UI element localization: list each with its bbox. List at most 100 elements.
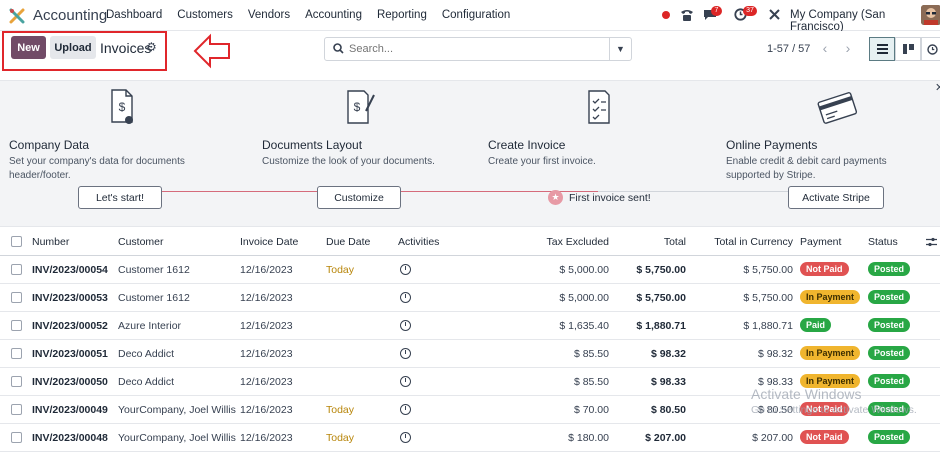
customer-name: Azure Interior <box>118 320 182 332</box>
main-menu: Dashboard Customers Vendors Accounting R… <box>106 9 525 21</box>
invoice-date: 12/16/2023 <box>240 404 293 416</box>
row-checkbox[interactable] <box>11 404 22 415</box>
documents-layout-icon: $ <box>347 90 375 124</box>
invoice-date: 12/16/2023 <box>240 376 293 388</box>
activity-clock-icon[interactable] <box>400 404 411 415</box>
row-checkbox[interactable] <box>11 376 22 387</box>
step-company-data-desc-line1: Set your company's data for documents <box>9 156 185 167</box>
payment-status-badge: In Payment <box>800 290 861 304</box>
first-invoice-sent-label: First invoice sent! <box>569 191 651 204</box>
windows-watermark-hint: Go to Settings to activate Windows. <box>751 404 917 416</box>
col-activities[interactable]: Activities <box>398 236 439 248</box>
optional-columns-icon[interactable] <box>926 237 937 247</box>
col-total[interactable]: Total <box>610 236 686 248</box>
total-in-currency: $ 207.00 <box>752 432 793 444</box>
search-input[interactable] <box>347 41 607 57</box>
menu-accounting[interactable]: Accounting <box>305 9 362 21</box>
activity-clock-icon[interactable] <box>400 292 411 303</box>
svg-text:$: $ <box>354 100 361 114</box>
customize-button[interactable]: Customize <box>317 186 401 209</box>
status-badge: Posted <box>868 290 911 304</box>
col-number[interactable]: Number <box>32 236 69 248</box>
total: $ 5,750.00 <box>636 292 686 304</box>
total-in-currency: $ 5,750.00 <box>743 292 793 304</box>
annotation-highlight-box <box>2 31 167 71</box>
col-due-date[interactable]: Due Date <box>326 236 370 248</box>
col-invoice-date[interactable]: Invoice Date <box>240 236 298 248</box>
search-options-toggle[interactable]: ▼ <box>609 38 631 60</box>
phone-icon[interactable] <box>680 8 694 22</box>
menu-customers[interactable]: Customers <box>177 9 233 21</box>
table-row[interactable]: INV/2023/00051 Deco Addict 12/16/2023 $ 85.… <box>0 340 940 368</box>
table-row[interactable]: INV/2023/00052 Azure Interior 12/16/2023 $ … <box>0 312 940 340</box>
lets-start-button[interactable]: Let's start! <box>78 186 162 209</box>
activity-clock-icon[interactable] <box>400 432 411 443</box>
total: $ 5,750.00 <box>636 264 686 276</box>
menu-configuration[interactable]: Configuration <box>442 9 510 21</box>
activity-clock-icon[interactable] <box>400 348 411 359</box>
activate-stripe-button[interactable]: Activate Stripe <box>788 186 884 209</box>
table-row[interactable]: INV/2023/00048 YourCompany, Joel Willis 12… <box>0 424 940 452</box>
list-view-button[interactable] <box>869 37 895 61</box>
invoice-number: INV/2023/00051 <box>32 348 108 360</box>
total: $ 207.00 <box>645 432 686 444</box>
row-checkbox[interactable] <box>11 264 22 275</box>
chevron-right-icon: › <box>845 40 851 56</box>
search-icon <box>333 43 344 54</box>
row-checkbox[interactable] <box>11 292 22 303</box>
total-in-currency: $ 1,880.71 <box>743 320 793 332</box>
row-checkbox[interactable] <box>11 348 22 359</box>
payment-status-badge: Not Paid <box>800 430 849 444</box>
svg-text:$: $ <box>119 100 126 114</box>
tax-excluded: $ 180.00 <box>568 432 609 444</box>
col-tax-excluded[interactable]: Tax Excluded <box>510 236 609 248</box>
row-checkbox[interactable] <box>11 432 22 443</box>
list-icon <box>876 44 888 54</box>
step-create-invoice-desc: Create your first invoice. <box>488 156 596 167</box>
row-checkbox[interactable] <box>11 320 22 331</box>
pager-value[interactable]: 1-57 / 57 <box>767 43 810 55</box>
tools-icon[interactable] <box>768 8 781 21</box>
pager-next-button[interactable]: › <box>838 38 858 58</box>
table-row[interactable]: INV/2023/00053 Customer 1612 12/16/2023 $ 5… <box>0 284 940 312</box>
select-all-checkbox[interactable] <box>11 236 22 247</box>
recording-dot-icon[interactable] <box>662 11 670 19</box>
chevron-left-icon: ‹ <box>822 40 828 56</box>
app-name[interactable]: Accounting <box>33 7 107 24</box>
col-status[interactable]: Status <box>868 236 898 248</box>
kanban-view-button[interactable] <box>895 37 921 61</box>
activity-clock-icon[interactable] <box>400 376 411 387</box>
customer-name: Deco Addict <box>118 376 175 388</box>
close-banner-icon[interactable]: ✕ <box>935 81 940 94</box>
menu-vendors[interactable]: Vendors <box>248 9 290 21</box>
col-total-currency[interactable]: Total in Currency <box>694 236 793 248</box>
step-company-data-title: Company Data <box>9 138 90 152</box>
customer-name: Customer 1612 <box>118 264 190 276</box>
due-date: Today <box>326 404 355 416</box>
user-avatar[interactable] <box>921 5 940 25</box>
invoice-number: INV/2023/00050 <box>32 376 108 388</box>
company-switcher[interactable]: My Company (San Francisco) <box>790 9 940 33</box>
payment-status-badge: Paid <box>800 318 832 332</box>
activity-view-button[interactable] <box>921 37 940 61</box>
table-header: Number Customer Invoice Date Due Date Ac… <box>0 228 940 256</box>
activity-clock-icon[interactable] <box>400 320 411 331</box>
menu-reporting[interactable]: Reporting <box>377 9 427 21</box>
due-date: Today <box>326 432 355 444</box>
top-navbar: Accounting Dashboard Customers Vendors A… <box>0 0 940 33</box>
activity-clock-icon[interactable] <box>400 264 411 275</box>
total-in-currency: $ 98.32 <box>757 348 793 360</box>
annotation-arrow-icon <box>193 33 230 69</box>
col-payment[interactable]: Payment <box>800 236 841 248</box>
tax-excluded: $ 85.50 <box>573 376 609 388</box>
total: $ 1,880.71 <box>636 320 686 332</box>
customer-name: YourCompany, Joel Willis <box>118 404 236 416</box>
menu-dashboard[interactable]: Dashboard <box>106 9 162 21</box>
table-row[interactable]: INV/2023/00054 Customer 1612 12/16/2023 Tod… <box>0 256 940 284</box>
accounting-app-icon[interactable] <box>9 8 25 24</box>
pager-previous-button[interactable]: ‹ <box>815 38 835 58</box>
star-icon: ★ <box>548 190 563 205</box>
tax-excluded: $ 70.00 <box>573 404 609 416</box>
caret-down-icon: ▼ <box>616 44 625 54</box>
col-customer[interactable]: Customer <box>118 236 164 248</box>
